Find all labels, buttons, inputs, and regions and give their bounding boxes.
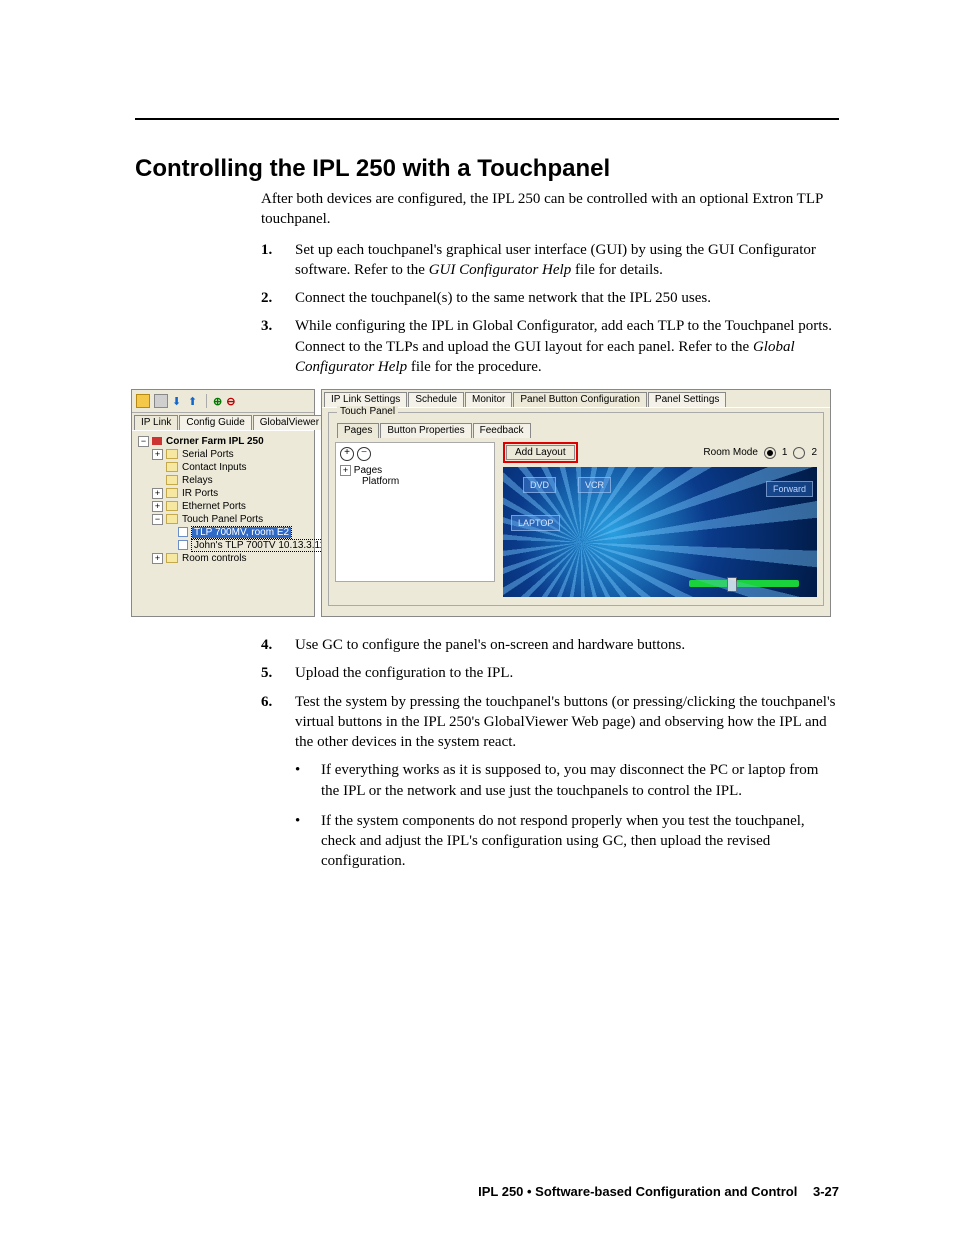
screenshot-figure: ⬇ ⬆ ⊕ ⊖ IP LinkConfig GuideGlobalViewer … bbox=[131, 389, 831, 617]
bullet-item: •If everything works as it is supposed t… bbox=[295, 760, 839, 801]
add-page-icon[interactable]: + bbox=[340, 447, 354, 461]
step-item: 4.Use GC to configure the panel's on-scr… bbox=[261, 635, 839, 655]
steps-list-top: 1.Set up each touchpanel's graphical use… bbox=[261, 240, 839, 378]
panel-preview: DVD VCR LAPTOP Forward bbox=[503, 467, 817, 597]
tab-pages[interactable]: Pages bbox=[337, 423, 379, 438]
tree-item[interactable]: +Ethernet Ports bbox=[138, 500, 310, 513]
toolbar-icon[interactable] bbox=[136, 394, 150, 408]
top-rule bbox=[135, 118, 839, 120]
add-layout-button[interactable]: Add Layout bbox=[506, 445, 575, 460]
right-panel: IP Link SettingsScheduleMonitorPanel But… bbox=[321, 389, 831, 617]
room-mode-group: Room Mode 1 2 bbox=[703, 447, 817, 459]
touch-panel-fieldset: Touch Panel PagesButton PropertiesFeedba… bbox=[328, 412, 824, 606]
tab-feedback[interactable]: Feedback bbox=[473, 423, 531, 438]
tab-globalviewer[interactable]: GlobalViewer bbox=[253, 415, 326, 430]
tab-ip-link[interactable]: IP Link bbox=[134, 415, 178, 430]
remove-icon[interactable]: ⊖ bbox=[226, 395, 235, 408]
tab-panel-settings[interactable]: Panel Settings bbox=[648, 392, 727, 407]
step-item: 1.Set up each touchpanel's graphical use… bbox=[261, 240, 839, 281]
page-footer: IPL 250 • Software-based Configuration a… bbox=[478, 1184, 839, 1199]
tree-item[interactable]: Contact Inputs bbox=[138, 461, 310, 474]
tab-panel-button-configuration[interactable]: Panel Button Configuration bbox=[513, 392, 647, 407]
tree-item[interactable]: Room controls bbox=[182, 553, 246, 564]
tab-config-guide[interactable]: Config Guide bbox=[179, 415, 251, 430]
page-heading: Controlling the IPL 250 with a Touchpane… bbox=[135, 155, 839, 183]
tab-ip-link-settings[interactable]: IP Link Settings bbox=[324, 392, 407, 407]
preview-slider[interactable] bbox=[689, 580, 799, 587]
download-icon[interactable]: ⬇ bbox=[172, 395, 184, 407]
bullet-item: •If the system components do not respond… bbox=[295, 811, 839, 872]
tree-item-selected[interactable]: TLP 700MV, room E2 bbox=[192, 527, 291, 538]
tree-item[interactable]: −Touch Panel Ports bbox=[138, 513, 310, 526]
bullet-list: •If everything works as it is supposed t… bbox=[295, 760, 839, 871]
room-mode-label: Room Mode bbox=[703, 447, 757, 458]
footer-page-number: 3-27 bbox=[813, 1184, 839, 1199]
step-item: 3.While configuring the IPL in Global Co… bbox=[261, 316, 839, 377]
step-item: 5.Upload the configuration to the IPL. bbox=[261, 663, 839, 683]
toolbar-icon[interactable] bbox=[154, 394, 168, 408]
footer-title: IPL 250 • Software-based Configuration a… bbox=[478, 1184, 797, 1199]
pages-tree-root[interactable]: Pages bbox=[354, 465, 382, 476]
preview-forward-button[interactable]: Forward bbox=[766, 481, 813, 497]
slider-thumb[interactable] bbox=[727, 577, 737, 592]
tab-button-properties[interactable]: Button Properties bbox=[380, 423, 471, 438]
fieldset-tabs: PagesButton PropertiesFeedback bbox=[335, 421, 817, 438]
preview-laptop-button[interactable]: LAPTOP bbox=[511, 515, 560, 531]
room-mode-radio-2[interactable] bbox=[793, 447, 805, 459]
intro-paragraph: After both devices are configured, the I… bbox=[261, 189, 839, 230]
step-item: 6.Test the system by pressing the touchp… bbox=[261, 692, 839, 753]
tab-monitor[interactable]: Monitor bbox=[465, 392, 512, 407]
add-icon[interactable]: ⊕ bbox=[213, 395, 222, 408]
upload-icon[interactable]: ⬆ bbox=[188, 395, 200, 407]
pages-tree-child[interactable]: Platform bbox=[340, 476, 490, 487]
tree-item[interactable]: +Serial Ports bbox=[138, 448, 310, 461]
pages-tree: +− + Pages Platform bbox=[335, 442, 495, 582]
tree-item[interactable]: +IR Ports bbox=[138, 487, 310, 500]
add-layout-highlight: Add Layout bbox=[503, 442, 578, 463]
left-toolbar: ⬇ ⬆ ⊕ ⊖ bbox=[132, 390, 314, 413]
left-panel: ⬇ ⬆ ⊕ ⊖ IP LinkConfig GuideGlobalViewer … bbox=[131, 389, 315, 617]
tree-root[interactable]: Corner Farm IPL 250 bbox=[166, 436, 264, 447]
tab-schedule[interactable]: Schedule bbox=[408, 392, 464, 407]
preview-vcr-button[interactable]: VCR bbox=[578, 477, 611, 493]
right-tabs: IP Link SettingsScheduleMonitorPanel But… bbox=[322, 390, 830, 407]
step-item: 2.Connect the touchpanel(s) to the same … bbox=[261, 288, 839, 308]
remove-page-icon[interactable]: − bbox=[357, 447, 371, 461]
tree-item[interactable]: John's TLP 700TV 10.13.3.111 bbox=[192, 540, 332, 551]
room-mode-radio-1[interactable] bbox=[764, 447, 776, 459]
preview-dvd-button[interactable]: DVD bbox=[523, 477, 556, 493]
device-tree: −Corner Farm IPL 250 +Serial PortsContac… bbox=[132, 430, 314, 593]
tree-item[interactable]: Relays bbox=[138, 474, 310, 487]
left-tabs: IP LinkConfig GuideGlobalViewer bbox=[132, 413, 314, 430]
steps-list-bottom: 4.Use GC to configure the panel's on-scr… bbox=[261, 635, 839, 752]
fieldset-legend: Touch Panel bbox=[337, 406, 398, 417]
